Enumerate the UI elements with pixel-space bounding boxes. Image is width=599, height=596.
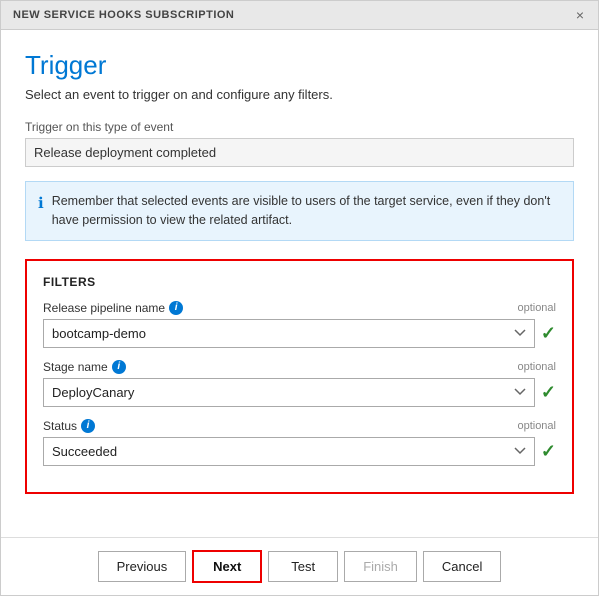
- filters-title: FILTERS: [43, 275, 556, 289]
- page-title: Trigger: [25, 50, 574, 81]
- filter-row-stage: Stage name i optional DeployCanary ✓: [43, 360, 556, 407]
- page-subtitle: Select an event to trigger on and config…: [25, 87, 574, 102]
- info-box: ℹ Remember that selected events are visi…: [25, 181, 574, 241]
- status-check-icon: ✓: [541, 441, 556, 462]
- info-message: Remember that selected events are visibl…: [52, 192, 561, 230]
- title-bar: NEW SERVICE HOOKS SUBSCRIPTION ×: [1, 1, 598, 30]
- filter-label-pipeline: Release pipeline name i: [43, 301, 183, 315]
- pipeline-check-icon: ✓: [541, 323, 556, 344]
- pipeline-select-row: bootcamp-demo ✓: [43, 319, 556, 348]
- dialog-title: NEW SERVICE HOOKS SUBSCRIPTION: [13, 9, 234, 21]
- filter-label-stage: Stage name i: [43, 360, 126, 374]
- close-button[interactable]: ×: [574, 8, 586, 22]
- previous-button[interactable]: Previous: [98, 551, 187, 582]
- info-icon: ℹ: [38, 193, 44, 216]
- filter-label-status: Status i: [43, 419, 95, 433]
- filter-label-row-pipeline: Release pipeline name i optional: [43, 301, 556, 315]
- content-area: Trigger Select an event to trigger on an…: [1, 30, 598, 537]
- status-select[interactable]: Succeeded: [43, 437, 535, 466]
- filter-label-row-status: Status i optional: [43, 419, 556, 433]
- trigger-event-input: [25, 138, 574, 167]
- filter-label-row-stage: Stage name i optional: [43, 360, 556, 374]
- trigger-field-label: Trigger on this type of event: [25, 120, 574, 134]
- next-button[interactable]: Next: [192, 550, 262, 583]
- filter-row-pipeline: Release pipeline name i optional bootcam…: [43, 301, 556, 348]
- pipeline-info-icon[interactable]: i: [169, 301, 183, 315]
- filters-section: FILTERS Release pipeline name i optional…: [25, 259, 574, 494]
- status-optional: optional: [517, 420, 556, 432]
- finish-button[interactable]: Finish: [344, 551, 417, 582]
- stage-select-row: DeployCanary ✓: [43, 378, 556, 407]
- pipeline-optional: optional: [517, 302, 556, 314]
- status-info-icon[interactable]: i: [81, 419, 95, 433]
- pipeline-select[interactable]: bootcamp-demo: [43, 319, 535, 348]
- dialog: NEW SERVICE HOOKS SUBSCRIPTION × Trigger…: [0, 0, 599, 596]
- stage-info-icon[interactable]: i: [112, 360, 126, 374]
- cancel-button[interactable]: Cancel: [423, 551, 501, 582]
- test-button[interactable]: Test: [268, 551, 338, 582]
- stage-select[interactable]: DeployCanary: [43, 378, 535, 407]
- filter-row-status: Status i optional Succeeded ✓: [43, 419, 556, 466]
- stage-check-icon: ✓: [541, 382, 556, 403]
- footer: Previous Next Test Finish Cancel: [1, 537, 598, 595]
- status-select-row: Succeeded ✓: [43, 437, 556, 466]
- stage-optional: optional: [517, 361, 556, 373]
